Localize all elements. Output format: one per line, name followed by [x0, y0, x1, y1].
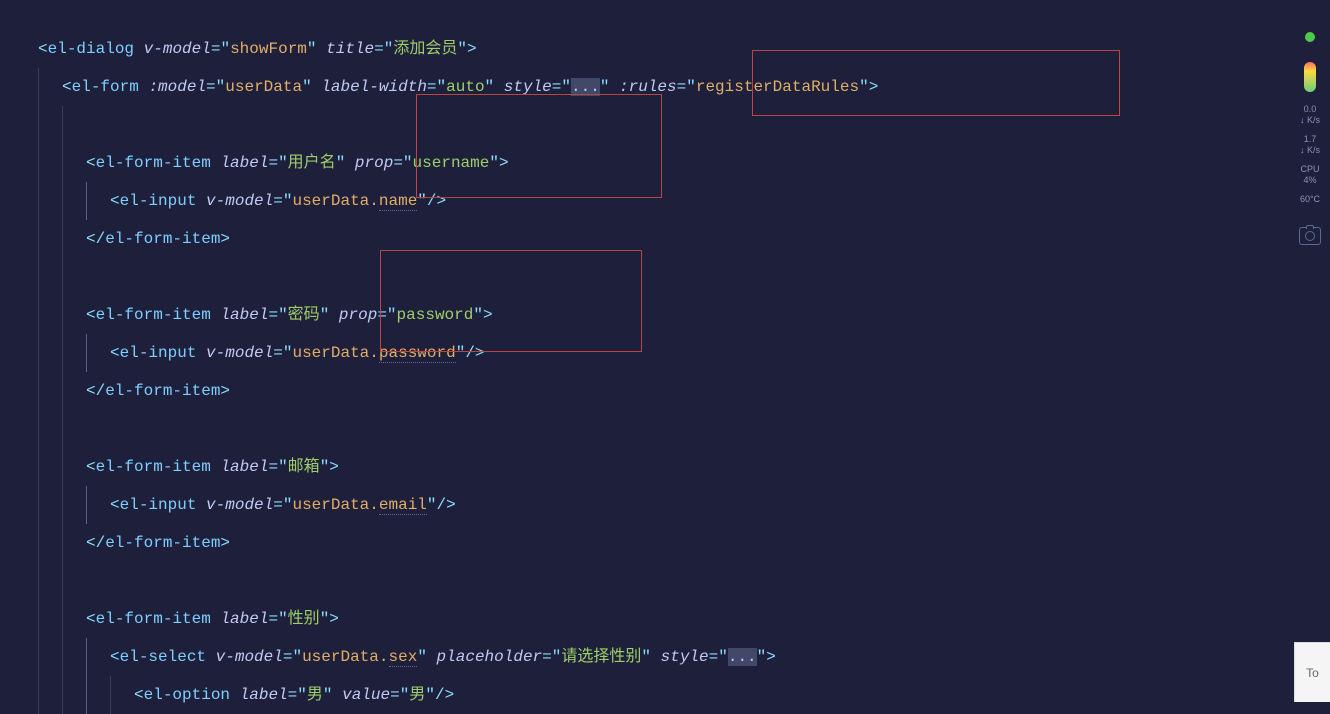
- code-line[interactable]: <el-option label="男" value="男"/>: [38, 676, 1330, 714]
- screenshot-icon[interactable]: [1299, 227, 1321, 245]
- code-line[interactable]: <el-form-item label="邮箱">: [38, 448, 1330, 486]
- attr: v-model: [206, 344, 273, 362]
- attr-value: password: [379, 344, 456, 363]
- attr-value: 用户名: [288, 154, 336, 172]
- attr: v-model: [206, 192, 273, 210]
- tag-name: el-option: [144, 686, 230, 704]
- folded-content[interactable]: ...: [728, 648, 757, 666]
- attr-value: 男: [409, 686, 425, 704]
- attr-value: 性别: [288, 610, 320, 628]
- attr-value: userData: [225, 78, 302, 96]
- attr-value: 请选择性别: [561, 648, 641, 666]
- attr: title: [326, 40, 374, 58]
- status-indicator-icon: [1305, 32, 1315, 42]
- tag-name: el-form-item: [105, 230, 220, 248]
- tag-name: el-form-item: [105, 382, 220, 400]
- tag-name: el-input: [120, 344, 197, 362]
- attr-value: userData.: [292, 192, 378, 210]
- tag-name: el-input: [120, 496, 197, 514]
- attr-value: sex: [389, 648, 418, 667]
- code-line[interactable]: <el-form :model="userData" label-width="…: [38, 68, 1330, 106]
- attr: prop: [339, 306, 377, 324]
- net-down-stat: 0.0 ↓ K/s: [1300, 104, 1320, 126]
- code-editor[interactable]: <el-dialog v-model="showForm" title="添加会…: [0, 0, 1330, 714]
- attr-value: username: [413, 154, 490, 172]
- attr: style: [504, 78, 552, 96]
- attr-value: password: [397, 306, 474, 324]
- tag-name: el-form-item: [96, 306, 211, 324]
- code-line[interactable]: </el-form-item>: [38, 524, 1330, 562]
- attr: value: [342, 686, 390, 704]
- attr: v-model: [206, 496, 273, 514]
- usage-meter-icon: [1304, 62, 1316, 92]
- attr-value: 密码: [288, 306, 320, 324]
- tag-name: el-form-item: [96, 154, 211, 172]
- attr-value: userData.: [292, 344, 378, 362]
- attr: label-width: [321, 78, 427, 96]
- attr-value: 添加会员: [393, 40, 457, 58]
- tag-name: el-form-item: [105, 534, 220, 552]
- folded-content[interactable]: ...: [571, 78, 600, 96]
- cpu-stat: CPU 4%: [1300, 164, 1319, 186]
- attr: label: [220, 610, 268, 628]
- attr-value: 男: [307, 686, 323, 704]
- net-up-stat: 1.7 ↓ K/s: [1300, 134, 1320, 156]
- attr-value: registerDataRules: [696, 78, 859, 96]
- code-line[interactable]: <el-input v-model="userData.email"/>: [38, 486, 1330, 524]
- code-line[interactable]: <el-form-item label="密码" prop="password"…: [38, 296, 1330, 334]
- code-line[interactable]: <el-form-item label="用户名" prop="username…: [38, 144, 1330, 182]
- code-line[interactable]: <el-dialog v-model="showForm" title="添加会…: [38, 30, 1330, 68]
- code-line[interactable]: <el-input v-model="userData.name"/>: [38, 182, 1330, 220]
- attr: prop: [355, 154, 393, 172]
- scroll-corner[interactable]: To: [1294, 642, 1330, 702]
- attr-value: name: [379, 192, 417, 211]
- attr: :model: [148, 78, 206, 96]
- attr: label: [220, 306, 268, 324]
- attr: v-model: [216, 648, 283, 666]
- code-line[interactable]: [38, 562, 1330, 600]
- code-line[interactable]: <el-form-item label="性别">: [38, 600, 1330, 638]
- tag-name: el-select: [120, 648, 206, 666]
- tag-name: el-input: [120, 192, 197, 210]
- code-line[interactable]: [38, 410, 1330, 448]
- code-line[interactable]: <el-select v-model="userData.sex" placeh…: [38, 638, 1330, 676]
- attr-value: 邮箱: [288, 458, 320, 476]
- tag-name: el-form-item: [96, 610, 211, 628]
- tag-name: el-form-item: [96, 458, 211, 476]
- attr: placeholder: [437, 648, 543, 666]
- scroll-label: To: [1306, 666, 1319, 680]
- attr-value: email: [379, 496, 427, 515]
- code-line[interactable]: <el-input v-model="userData.password"/>: [38, 334, 1330, 372]
- attr: v-model: [144, 40, 211, 58]
- attr-value: auto: [446, 78, 484, 96]
- attr-value: userData.: [302, 648, 388, 666]
- attr: :rules: [619, 78, 677, 96]
- tag-name: el-dialog: [48, 40, 134, 58]
- attr-value: userData.: [292, 496, 378, 514]
- code-line[interactable]: </el-form-item>: [38, 220, 1330, 258]
- temp-stat: 60°C: [1300, 194, 1320, 205]
- code-line[interactable]: [38, 258, 1330, 296]
- tag-name: el-form: [72, 78, 139, 96]
- attr-value: showForm: [230, 40, 307, 58]
- attr: label: [220, 154, 268, 172]
- code-line[interactable]: </el-form-item>: [38, 372, 1330, 410]
- attr: style: [661, 648, 709, 666]
- attr: label: [240, 686, 288, 704]
- code-line[interactable]: [38, 106, 1330, 144]
- system-monitor-sidebar: 0.0 ↓ K/s 1.7 ↓ K/s CPU 4% 60°C: [1290, 0, 1330, 702]
- attr: label: [220, 458, 268, 476]
